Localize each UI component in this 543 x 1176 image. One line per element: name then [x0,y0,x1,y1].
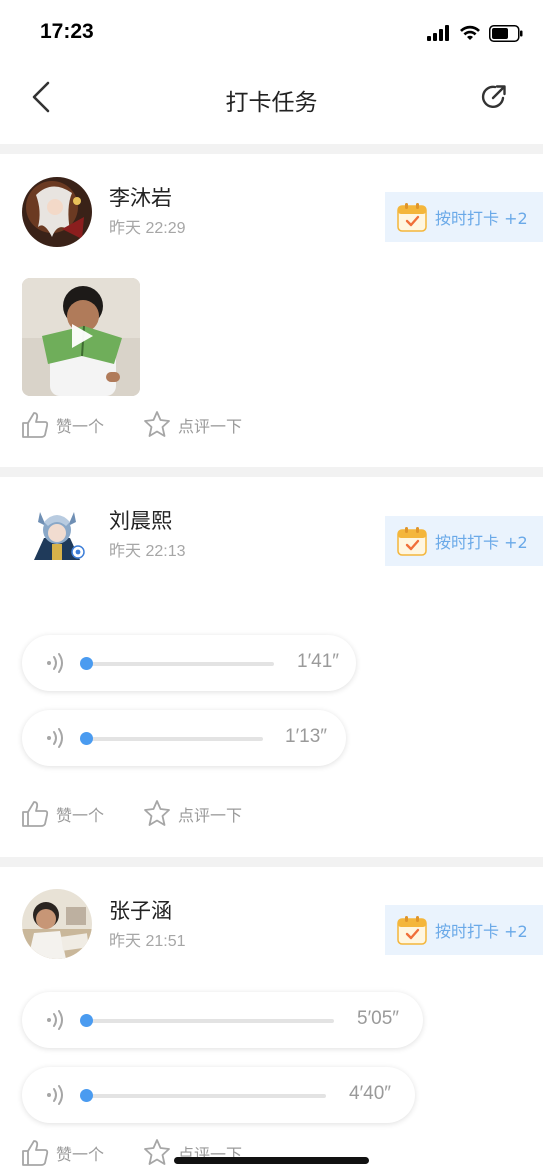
status-icons [427,22,523,44]
post-card: 张子涵 昨天 21:51 按时打卡 +2 5′05″ 4′40″ 赞一个 点评一… [0,867,543,1176]
avatar-image [22,177,92,247]
post-card: 刘晨熙 昨天 22:13 按时打卡 +2 1′41″ 1′13″ 赞一个 点评一… [0,477,543,857]
sound-wave-icon [47,1010,63,1030]
audio-progress-track[interactable] [86,1094,326,1098]
badge-label: 按时打卡 +2 [435,209,528,228]
user-name: 李沐岩 [109,186,172,210]
audio-player[interactable]: 4′40″ [22,1067,415,1123]
post-time: 昨天 21:51 [109,933,186,950]
post-time: 昨天 22:13 [109,543,186,560]
nav-bar: 打卡任务 [0,66,543,144]
post-time: 昨天 22:29 [109,220,186,237]
user-name: 张子涵 [109,899,172,923]
user-name: 刘晨熙 [109,509,172,533]
status-bar: 17:23 [0,0,543,66]
punctual-checkin-badge: 按时打卡 +2 [375,516,543,566]
section-divider [0,144,543,154]
comment-button[interactable]: 点评一下 [142,799,242,829]
badge-label: 按时打卡 +2 [435,922,528,941]
audio-progress-handle[interactable] [80,1014,93,1027]
signal-icon [427,25,449,41]
share-icon[interactable] [479,82,509,112]
like-label: 赞一个 [56,1145,105,1164]
section-divider [0,857,543,867]
audio-duration: 1′13″ [285,726,327,747]
post-card: 李沐岩 昨天 22:29 按时打卡 +2 赞一个 点评一下 [0,154,543,467]
avatar[interactable] [22,500,92,570]
avatar[interactable] [22,177,92,247]
avatar-image [22,889,92,959]
calendar-check-icon [397,527,427,556]
thumbs-up-icon [22,412,49,438]
avatar-image [22,500,92,570]
audio-progress-track[interactable] [86,1019,334,1023]
audio-player[interactable]: 5′05″ [22,992,423,1048]
sound-wave-icon [47,653,63,673]
like-label: 赞一个 [56,417,105,436]
wifi-icon [460,25,480,40]
badge-label: 按时打卡 +2 [435,533,528,552]
audio-duration: 5′05″ [357,1008,399,1029]
status-time: 17:23 [40,20,94,43]
star-comment-icon [144,411,170,437]
audio-duration: 4′40″ [349,1083,391,1104]
post-actions: 赞一个 点评一下 [20,799,280,829]
post-actions: 赞一个 点评一下 [20,410,280,440]
battery-icon [489,24,523,42]
thumbs-up-icon [22,801,49,827]
comment-label: 点评一下 [178,806,243,825]
audio-player[interactable]: 1′41″ [22,635,356,691]
audio-progress-track[interactable] [86,737,263,741]
section-divider [0,467,543,477]
comment-button[interactable]: 点评一下 [142,410,242,440]
audio-duration: 1′41″ [297,651,339,672]
like-button[interactable]: 赞一个 [20,410,104,440]
play-icon[interactable] [69,322,95,350]
audio-progress-handle[interactable] [80,732,93,745]
video-thumbnail[interactable] [22,278,140,396]
like-button[interactable]: 赞一个 [20,1138,104,1168]
like-button[interactable]: 赞一个 [20,799,104,829]
page-title: 打卡任务 [225,90,318,116]
comment-label: 点评一下 [178,417,243,436]
punctual-checkin-badge: 按时打卡 +2 [375,905,543,955]
thumbs-up-icon [22,1140,49,1166]
calendar-check-icon [397,916,427,945]
audio-player[interactable]: 1′13″ [22,710,346,766]
sound-wave-icon [47,1085,63,1105]
sound-wave-icon [47,728,63,748]
punctual-checkin-badge: 按时打卡 +2 [375,192,543,242]
avatar[interactable] [22,889,92,959]
audio-progress-handle[interactable] [80,1089,93,1102]
home-indicator[interactable] [174,1157,369,1164]
like-label: 赞一个 [56,806,105,825]
audio-progress-handle[interactable] [80,657,93,670]
calendar-check-icon [397,203,427,232]
star-comment-icon [144,800,170,826]
audio-progress-track[interactable] [86,662,274,666]
star-comment-icon [144,1139,170,1165]
